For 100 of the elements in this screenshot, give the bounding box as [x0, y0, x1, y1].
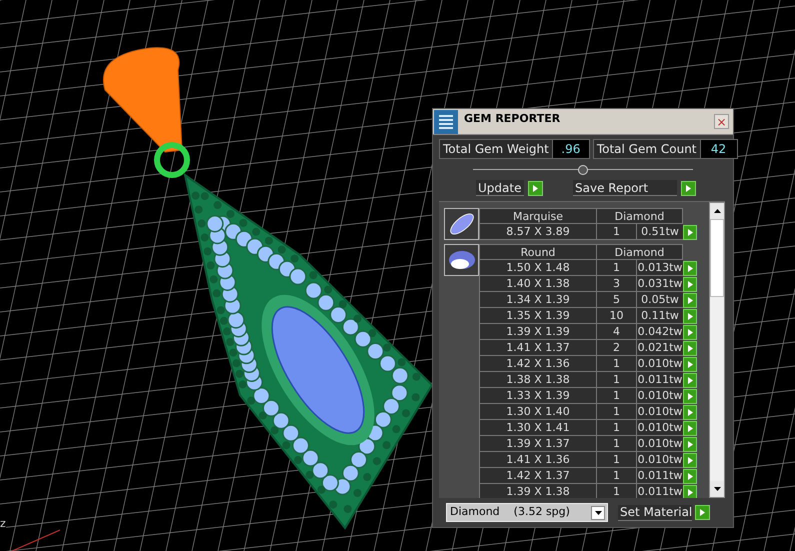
- weight-cell: 0.010tw: [637, 452, 683, 468]
- column-header: Round: [479, 244, 597, 260]
- material-density: (3.52 spg): [514, 504, 571, 520]
- axis-label: z: [0, 518, 6, 530]
- row-play-button[interactable]: [683, 308, 697, 324]
- weight-cell: 0.010tw: [637, 404, 683, 420]
- slider-thumb[interactable]: [578, 165, 588, 175]
- row-play-button[interactable]: [683, 372, 697, 388]
- row-play-button[interactable]: [683, 224, 697, 240]
- row-play-button[interactable]: [683, 276, 697, 292]
- size-cell: 1.42 X 1.37: [479, 468, 597, 484]
- play-icon: [688, 280, 692, 288]
- play-icon: [688, 456, 692, 464]
- weight-cell: 0.010tw: [637, 356, 683, 372]
- count-cell: 5: [597, 292, 637, 308]
- scroll-up-icon[interactable]: [714, 209, 720, 213]
- material-dropdown[interactable]: Diamond (3.52 spg): [446, 503, 608, 522]
- count-cell: 1: [597, 404, 637, 420]
- play-icon: [688, 312, 692, 320]
- column-header: Diamond: [597, 208, 683, 224]
- play-icon: [688, 328, 692, 336]
- weight-cell: 0.010tw: [637, 420, 683, 436]
- weight-cell: 0.011tw: [637, 484, 683, 498]
- count-cell: 10: [597, 308, 637, 324]
- row-play-button[interactable]: [683, 404, 697, 420]
- size-cell: 1.30 X 1.41: [479, 420, 597, 436]
- row-play-button[interactable]: [683, 292, 697, 308]
- play-icon: [688, 228, 692, 236]
- size-cell: 8.57 X 3.89: [479, 224, 597, 240]
- play-icon: [688, 472, 692, 480]
- action-button[interactable]: Save Report: [573, 180, 677, 196]
- weight-cell: 0.013tw: [637, 260, 683, 276]
- row-play-button[interactable]: [683, 436, 697, 452]
- scroll-down-icon[interactable]: [714, 487, 720, 491]
- weight-cell: 0.042tw: [637, 324, 683, 340]
- total-value: 42: [700, 140, 737, 158]
- play-icon: [688, 360, 692, 368]
- count-cell: 1: [597, 420, 637, 436]
- size-cell: 1.39 X 1.38: [479, 484, 597, 498]
- weight-cell: 0.010tw: [637, 388, 683, 404]
- slider-track[interactable]: [473, 165, 693, 175]
- play-icon: [688, 344, 692, 352]
- play-icon: [688, 424, 692, 432]
- weight-cell: 0.021tw: [637, 340, 683, 356]
- row-play-button[interactable]: [683, 340, 697, 356]
- total-value: .96: [552, 140, 589, 158]
- play-icon: [533, 184, 538, 192]
- material-name: Diamond: [449, 504, 500, 520]
- play-icon: [688, 392, 692, 400]
- action-button[interactable]: Update: [476, 180, 524, 196]
- scrollbar[interactable]: [709, 202, 725, 498]
- row-play-button[interactable]: [683, 468, 697, 484]
- size-cell: 1.39 X 1.39: [479, 324, 597, 340]
- play-icon: [688, 376, 692, 384]
- size-cell: 1.35 X 1.39: [479, 308, 597, 324]
- weight-cell: 0.05tw: [637, 292, 683, 308]
- size-cell: 1.33 X 1.39: [479, 388, 597, 404]
- row-play-button[interactable]: [683, 420, 697, 436]
- column-header: Marquise: [479, 208, 597, 224]
- play-icon: [688, 408, 692, 416]
- close-button[interactable]: ×: [714, 114, 729, 129]
- size-cell: 1.40 X 1.38: [479, 276, 597, 292]
- count-cell: 4: [597, 324, 637, 340]
- row-play-button[interactable]: [683, 324, 697, 340]
- count-cell: 1: [597, 356, 637, 372]
- count-cell: 1: [597, 260, 637, 276]
- size-cell: 1.34 X 1.39: [479, 292, 597, 308]
- row-play-button[interactable]: [683, 452, 697, 468]
- count-cell: 1: [597, 436, 637, 452]
- count-cell: 1: [597, 452, 637, 468]
- row-play-button[interactable]: [683, 484, 697, 498]
- count-cell: 3: [597, 276, 637, 292]
- round-gem-icon: [448, 250, 476, 270]
- size-cell: 1.50 X 1.48: [479, 260, 597, 276]
- play-button[interactable]: [528, 180, 543, 196]
- weight-cell: 0.011tw: [637, 468, 683, 484]
- size-cell: 1.30 X 1.40: [479, 404, 597, 420]
- size-cell: 1.42 X 1.36: [479, 356, 597, 372]
- play-icon: [700, 509, 705, 516]
- play-icon: [688, 296, 692, 304]
- set-material-button[interactable]: Set Material: [618, 504, 692, 520]
- count-cell: 1: [597, 372, 637, 388]
- size-cell: 1.38 X 1.38: [479, 372, 597, 388]
- weight-cell: 0.011tw: [637, 372, 683, 388]
- column-header: Diamond: [597, 244, 683, 260]
- dropdown-caret-icon: [594, 510, 602, 514]
- play-icon: [688, 440, 692, 448]
- row-play-button[interactable]: [683, 260, 697, 276]
- count-cell: 1: [597, 224, 637, 240]
- play-icon: [688, 488, 692, 496]
- count-cell: 1: [597, 388, 637, 404]
- count-cell: 2: [597, 340, 637, 356]
- scrollbar-thumb[interactable]: [710, 219, 724, 297]
- row-play-button[interactable]: [683, 356, 697, 372]
- app-icon: [434, 110, 458, 134]
- row-play-button[interactable]: [683, 388, 697, 404]
- play-button[interactable]: [681, 180, 696, 196]
- count-cell: 1: [597, 468, 637, 484]
- weight-cell: 0.11tw: [637, 308, 683, 324]
- count-cell: 1: [597, 484, 637, 498]
